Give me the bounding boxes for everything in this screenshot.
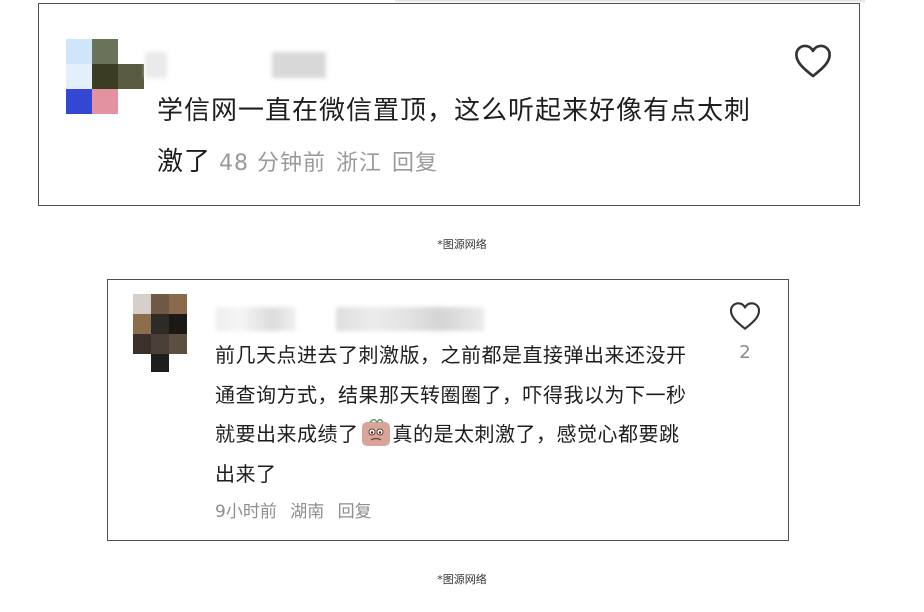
comment-card-1: 学信网一直在微信置顶，这么听起来好像有点太刺激了 48 分钟前 浙江 回复: [38, 3, 860, 206]
image-source-caption: *图源网络: [437, 573, 487, 586]
image-source-caption: *图源网络: [437, 238, 487, 251]
heart-outline-icon[interactable]: [729, 301, 761, 331]
username-blurred: [272, 52, 326, 78]
reply-button[interactable]: 回复: [392, 151, 438, 176]
avatar[interactable]: [133, 294, 187, 372]
heart-outline-icon[interactable]: [794, 43, 832, 79]
avatar[interactable]: [66, 39, 144, 114]
comment-time: 48 分钟前: [219, 151, 327, 176]
comment-location: 湖南: [290, 502, 325, 522]
username-blurred: [336, 307, 484, 331]
comment-time: 9小时前: [215, 502, 277, 522]
comment-card-2: 前几天点进去了刺激版，之前都是直接弹出来还没开通查询方式，结果那天转圈圈了，吓得…: [107, 279, 789, 541]
username-blurred: [145, 52, 167, 78]
comment-meta: 48 分钟前 浙江 回复: [219, 151, 448, 176]
comment-text: 前几天点进去了刺激版，之前都是直接弹出来还没开通查询方式，结果那天转圈圈了，吓得…: [215, 343, 687, 486]
comment-meta: 9小时前 湖南 回复: [215, 497, 380, 522]
like-count: 2: [739, 342, 751, 363]
nervous-emoji-icon: [361, 419, 390, 446]
reply-button[interactable]: 回复: [338, 502, 372, 522]
username-blurred: [216, 307, 296, 331]
comment-text: 学信网一直在微信置顶，这么听起来好像有点太刺激了 48 分钟前 浙江 回复: [157, 96, 752, 177]
comment-location: 浙江: [336, 151, 383, 176]
